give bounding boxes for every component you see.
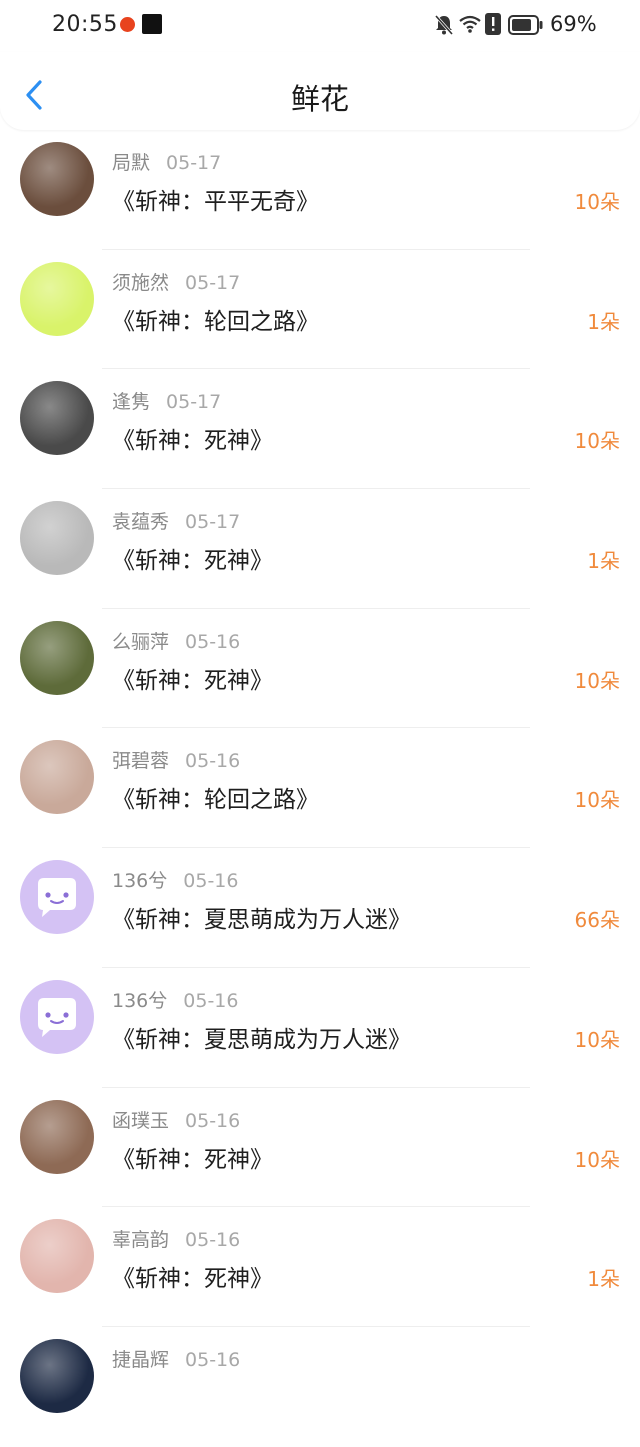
header: 鲜花 <box>0 52 640 130</box>
user-name[interactable]: 局默 05-17 <box>112 148 221 175</box>
flower-count: 1朵 <box>587 1267 620 1292</box>
avatar[interactable] <box>20 261 94 336</box>
date: 05-17 <box>166 152 222 174</box>
user-name[interactable]: 须施然 05-17 <box>112 268 240 295</box>
date: 05-16 <box>185 1229 241 1252</box>
date: 05-16 <box>185 1109 241 1132</box>
avatar[interactable] <box>20 979 94 1054</box>
user-name[interactable]: 辜高韵 05-16 <box>112 1225 240 1252</box>
user-name[interactable]: 函璞玉 05-16 <box>112 1106 240 1133</box>
user-name[interactable]: 袁蕴秀 05-17 <box>112 507 240 534</box>
book-title[interactable]: 《斩神：轮回之路》 <box>112 780 319 814</box>
flower-count: 10朵 <box>574 668 620 693</box>
flower-count: 10朵 <box>574 190 620 214</box>
flower-count: 1朵 <box>587 549 620 574</box>
list-item[interactable]: 辜高韵 05-16 《斩神：死神》 1朵 <box>0 1207 640 1327</box>
list-item[interactable]: 逢隽 05-17 《斩神：死神》 10朵 <box>0 369 640 490</box>
book-title[interactable]: 《斩神：轮回之路》 <box>112 302 319 336</box>
avatar[interactable] <box>20 1219 94 1294</box>
date: 05-16 <box>185 630 241 653</box>
flower-list: 局默 05-17 《斩神：平平无奇》 10朵 须施然 05-17 《斩神：轮回之路》… <box>0 130 640 1447</box>
book-title[interactable]: 《斩神：死神》 <box>112 1259 273 1293</box>
date: 05-16 <box>185 750 241 773</box>
flower-count: 1朵 <box>587 309 620 334</box>
book-title[interactable]: 《斩神：死神》 <box>112 421 273 455</box>
list-item[interactable]: 么骊萍 05-16 《斩神：死神》 10朵 <box>0 609 640 729</box>
wifi-icon <box>459 15 481 33</box>
status-bar: 20:55 69% <box>0 0 640 52</box>
avatar[interactable] <box>20 740 94 815</box>
user-name-text: 逢隽 <box>112 391 151 414</box>
avatar[interactable] <box>20 620 94 695</box>
list-item[interactable]: 136兮 05-16 《斩神：夏思萌成为万人迷》 66朵 <box>0 848 640 968</box>
user-name-text: 136兮 <box>112 870 168 893</box>
avatar[interactable] <box>20 501 94 576</box>
avatar[interactable] <box>20 1099 94 1174</box>
alert-icon <box>485 13 501 35</box>
list-item[interactable]: 须施然 05-17 《斩神：轮回之路》 1朵 <box>0 250 640 370</box>
flower-count: 10朵 <box>574 788 620 813</box>
user-name-text: 函璞玉 <box>112 1109 170 1132</box>
user-name-text: 弭碧蓉 <box>112 750 170 773</box>
user-name[interactable]: 136兮 05-16 <box>112 986 238 1013</box>
book-title[interactable]: 《斩神：死神》 <box>112 661 273 695</box>
user-name[interactable]: 捷晶辉 05-16 <box>112 1345 240 1372</box>
notification-app-icon-2 <box>142 14 162 34</box>
list-item[interactable]: 局默 05-17 《斩神：平平无奇》 10朵 <box>0 130 640 250</box>
page-title: 鲜花 <box>290 82 349 116</box>
book-title[interactable]: 《斩神：死神》 <box>112 1140 273 1174</box>
date: 05-17 <box>166 391 222 414</box>
avatar[interactable] <box>20 142 94 216</box>
user-name-text: 么骊萍 <box>112 630 170 653</box>
user-name-text: 136兮 <box>112 989 168 1012</box>
user-name[interactable]: 逢隽 05-17 <box>112 387 221 414</box>
book-title[interactable]: 《斩神：平平无奇》 <box>112 182 319 216</box>
chat-bubble-icon <box>38 878 76 918</box>
user-name[interactable]: 弭碧蓉 05-16 <box>112 746 240 773</box>
chat-bubble-icon <box>38 997 76 1037</box>
user-name[interactable]: 136兮 05-16 <box>112 866 238 893</box>
book-title[interactable]: 《斩神：死神》 <box>112 541 273 575</box>
date: 05-16 <box>183 989 239 1012</box>
list-item[interactable]: 136兮 05-16 《斩神：夏思萌成为万人迷》 10朵 <box>0 968 640 1088</box>
user-name-text: 须施然 <box>112 271 170 294</box>
avatar[interactable] <box>20 1338 94 1413</box>
status-time: 20:55 <box>52 12 118 37</box>
user-name-text: 局默 <box>112 152 151 174</box>
flower-count: 66朵 <box>574 908 620 933</box>
notification-app-icon <box>119 16 136 33</box>
date: 05-17 <box>185 511 241 534</box>
battery-percentage: 69% <box>550 12 597 36</box>
flower-count: 10朵 <box>574 429 620 454</box>
user-name-text: 捷晶辉 <box>112 1348 170 1371</box>
list-item[interactable]: 函璞玉 05-16 《斩神：死神》 10朵 <box>0 1088 640 1208</box>
date: 05-16 <box>183 870 239 893</box>
avatar[interactable] <box>20 381 94 456</box>
list-item[interactable]: 袁蕴秀 05-17 《斩神：死神》 1朵 <box>0 489 640 609</box>
book-title[interactable]: 《斩神：夏思萌成为万人迷》 <box>112 900 411 934</box>
avatar[interactable] <box>20 860 94 935</box>
list-item[interactable]: 捷晶辉 05-16 <box>0 1327 640 1447</box>
user-name-text: 袁蕴秀 <box>112 511 170 534</box>
book-title[interactable]: 《斩神：夏思萌成为万人迷》 <box>112 1020 411 1054</box>
flower-count: 10朵 <box>574 1027 620 1052</box>
list-item[interactable]: 弭碧蓉 05-16 《斩神：轮回之路》 10朵 <box>0 728 640 849</box>
bell-off-icon <box>434 15 454 35</box>
date: 05-17 <box>185 271 241 294</box>
user-name[interactable]: 么骊萍 05-16 <box>112 627 240 654</box>
battery-icon <box>508 15 543 35</box>
user-name-text: 辜高韵 <box>112 1229 170 1252</box>
flower-count: 10朵 <box>574 1147 620 1172</box>
date: 05-16 <box>185 1348 241 1371</box>
